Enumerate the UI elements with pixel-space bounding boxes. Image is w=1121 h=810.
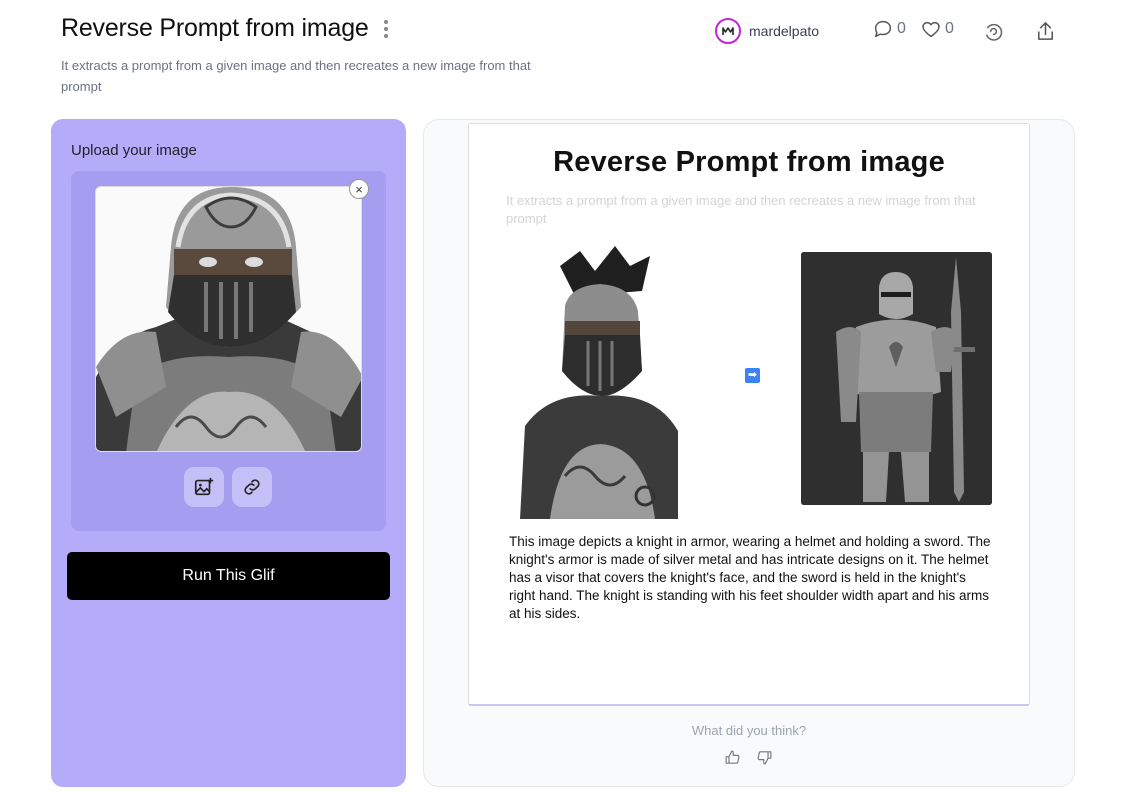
- image-url-button[interactable]: [232, 467, 272, 507]
- remix-icon: [985, 23, 1002, 41]
- share-button[interactable]: [1032, 18, 1058, 44]
- result-title: Reverse Prompt from image: [553, 146, 945, 178]
- title-row: Reverse Prompt from image: [61, 14, 393, 43]
- output-panel: Reverse Prompt from image It extracts a …: [423, 119, 1075, 787]
- likes-count: 0: [945, 20, 954, 37]
- avatar-logo-icon: [722, 27, 734, 35]
- feedback-question: What did you think?: [691, 723, 807, 738]
- knight-input-image: [520, 246, 683, 519]
- glif-page: Reverse Prompt from image It extracts a …: [0, 0, 1121, 810]
- input-image-preview: [520, 246, 683, 519]
- remove-image-button[interactable]: ×: [349, 179, 369, 199]
- knight-image: [96, 187, 361, 451]
- generated-prompt-text: This image depicts a knight in armor, we…: [509, 534, 991, 621]
- author-link[interactable]: mardelpato: [715, 18, 819, 44]
- image-upload-area[interactable]: ×: [71, 171, 386, 531]
- comments-count: 0: [897, 20, 906, 37]
- uploaded-image: [95, 186, 362, 452]
- thumbs-down-button[interactable]: [755, 748, 773, 766]
- comment-icon: [874, 20, 892, 38]
- run-button[interactable]: Run This Glif: [67, 552, 390, 600]
- comments-button[interactable]: 0: [872, 18, 906, 40]
- thumbs-down-icon: [757, 750, 771, 764]
- thumbs-up-icon: [725, 750, 739, 764]
- page-description: It extracts a prompt from a given image …: [61, 58, 531, 94]
- upload-image-button[interactable]: [184, 467, 224, 507]
- close-icon: ×: [355, 181, 363, 197]
- result-description: It extracts a prompt from a given image …: [506, 193, 976, 226]
- generated-image: [801, 252, 992, 505]
- share-icon: [1037, 21, 1053, 40]
- kebab-menu-icon[interactable]: [379, 17, 393, 41]
- feedback-buttons: [723, 748, 773, 766]
- heart-icon: [922, 21, 940, 38]
- input-panel: Upload your image × Run This Glif: [51, 119, 406, 787]
- author-name: mardelpato: [749, 23, 820, 39]
- arrow-right-icon: ➡: [745, 368, 760, 383]
- upload-label: Upload your image: [71, 142, 197, 159]
- upload-tools: [184, 467, 272, 507]
- avatar: [715, 18, 741, 44]
- result-card: Reverse Prompt from image It extracts a …: [468, 123, 1030, 706]
- remix-button[interactable]: [980, 18, 1006, 44]
- like-button[interactable]: 0: [920, 18, 954, 40]
- image-upload-icon: [194, 477, 214, 496]
- page-title: Reverse Prompt from image: [61, 14, 369, 42]
- knight-generated-image: [801, 252, 992, 505]
- link-icon: [244, 479, 260, 495]
- thumbs-up-button[interactable]: [723, 748, 741, 766]
